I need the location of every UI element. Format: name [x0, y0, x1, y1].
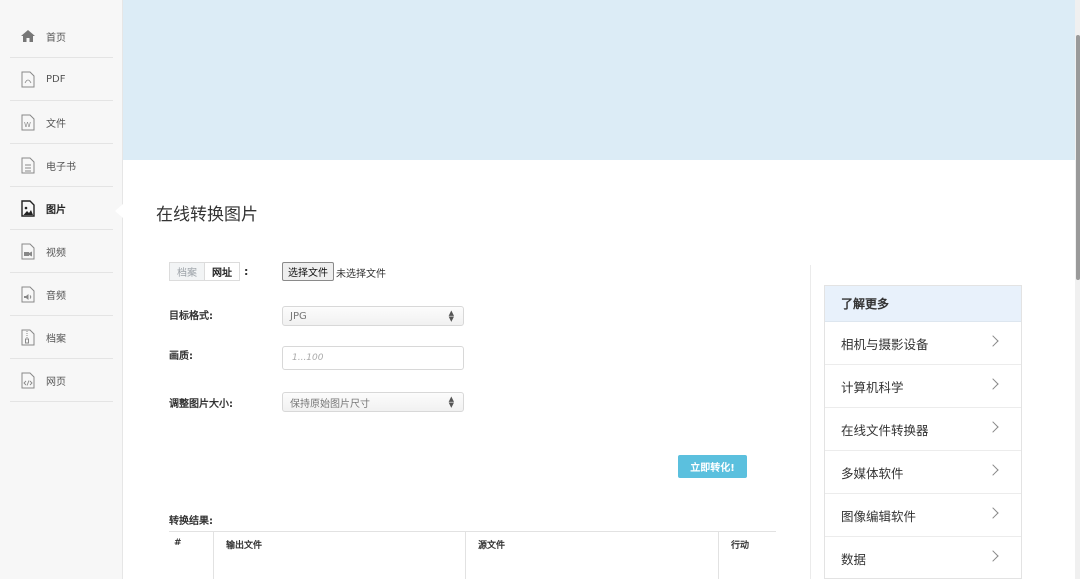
tab-url[interactable]: 网址	[205, 262, 240, 281]
quality-input[interactable]: 1...100	[282, 346, 464, 370]
quality-label: 画质:	[169, 351, 193, 362]
archive-file-icon	[10, 329, 46, 346]
sidebar-item-label: 网页	[46, 376, 66, 388]
learn-more-item[interactable]: 数据	[825, 537, 1021, 579]
panel-title: 了解更多	[825, 286, 1021, 322]
sidebar-item-pdf[interactable]: PDF	[10, 58, 113, 101]
sidebar-item-label: 档案	[46, 333, 66, 345]
column-divider	[810, 265, 811, 579]
tabs-colon: :	[244, 265, 249, 278]
results-label: 转换结果:	[169, 516, 213, 527]
video-file-icon	[10, 243, 46, 260]
sidebar-item-home[interactable]: 首页	[10, 15, 113, 58]
audio-file-icon	[10, 286, 46, 303]
sidebar-item-label: 音频	[46, 290, 66, 302]
learn-more-item-label: 计算机科学	[841, 379, 904, 395]
tab-file[interactable]: 档案	[169, 262, 205, 281]
scrollbar-thumb[interactable]	[1076, 35, 1080, 280]
select-arrows-icon: ▲ ▼	[448, 309, 454, 323]
select-arrows-icon: ▲ ▼	[448, 395, 454, 409]
column-header-output: 输出文件	[213, 532, 262, 579]
learn-more-item-label: 图像编辑软件	[841, 508, 917, 524]
learn-more-item-label: 多媒体软件	[841, 465, 904, 481]
source-tabs: 档案 网址 :	[169, 262, 248, 281]
sidebar-item-label: 图片	[46, 204, 66, 216]
sidebar-item-label: PDF	[46, 73, 66, 85]
sidebar-item-archive[interactable]: 档案	[10, 316, 113, 359]
chevron-right-icon	[987, 421, 999, 433]
home-icon	[10, 29, 46, 43]
file-status: 未选择文件	[336, 269, 386, 280]
target-format-label: 目标格式:	[169, 311, 213, 322]
learn-more-item[interactable]: 相机与摄影设备	[825, 322, 1021, 365]
resize-select[interactable]: 保持原始图片尺寸 ▲ ▼	[282, 392, 464, 412]
convert-button[interactable]: 立即转化!	[678, 455, 747, 478]
chevron-right-icon	[987, 464, 999, 476]
chevron-right-icon	[987, 378, 999, 390]
column-header-index: #	[174, 538, 182, 548]
learn-more-panel: 了解更多 相机与摄影设备 计算机科学 在线文件转换器 多媒体软件 图像编辑软件 …	[824, 285, 1022, 579]
pdf-file-icon	[10, 71, 46, 88]
chevron-right-icon	[987, 507, 999, 519]
sidebar-item-label: 首页	[46, 32, 66, 44]
results-table: # 输出文件 源文件 行动	[169, 531, 776, 579]
chevron-right-icon	[987, 335, 999, 347]
sidebar-item-audio[interactable]: 音频	[10, 273, 113, 316]
banner	[123, 0, 1075, 160]
sidebar-item-ebook[interactable]: 电子书	[10, 144, 113, 187]
active-indicator	[115, 204, 123, 218]
sidebar-item-label: 文件	[46, 118, 66, 130]
learn-more-item-label: 相机与摄影设备	[841, 336, 929, 352]
page-title: 在线转换图片	[156, 205, 258, 225]
learn-more-item[interactable]: 图像编辑软件	[825, 494, 1021, 537]
sidebar-item-webpage[interactable]: 网页	[10, 359, 113, 402]
sidebar-item-video[interactable]: 视频	[10, 230, 113, 273]
learn-more-item[interactable]: 多媒体软件	[825, 451, 1021, 494]
column-header-source: 源文件	[465, 532, 505, 579]
sidebar-item-label: 电子书	[46, 161, 76, 173]
column-header-actions: 行动	[718, 532, 749, 579]
target-format-value: JPG	[290, 310, 307, 322]
learn-more-item[interactable]: 计算机科学	[825, 365, 1021, 408]
learn-more-item-label: 数据	[841, 551, 867, 567]
word-file-icon: W	[10, 114, 46, 131]
ebook-icon	[10, 157, 46, 174]
learn-more-item[interactable]: 在线文件转换器	[825, 408, 1021, 451]
choose-file-button[interactable]: 选择文件	[282, 262, 334, 281]
sidebar-item-document[interactable]: W 文件	[10, 101, 113, 144]
code-file-icon	[10, 372, 46, 389]
sidebar-item-label: 视频	[46, 247, 66, 259]
sidebar: 首页 PDF W 文件 电子书 图片 视频 音频 档案 网页	[0, 0, 123, 579]
chevron-right-icon	[987, 550, 999, 562]
target-format-select[interactable]: JPG ▲ ▼	[282, 306, 464, 326]
image-icon	[10, 199, 46, 217]
resize-value: 保持原始图片尺寸	[290, 398, 370, 410]
sidebar-item-image[interactable]: 图片	[10, 187, 113, 230]
resize-label: 调整图片大小:	[169, 399, 233, 410]
learn-more-item-label: 在线文件转换器	[841, 422, 929, 438]
svg-text:W: W	[24, 121, 31, 129]
